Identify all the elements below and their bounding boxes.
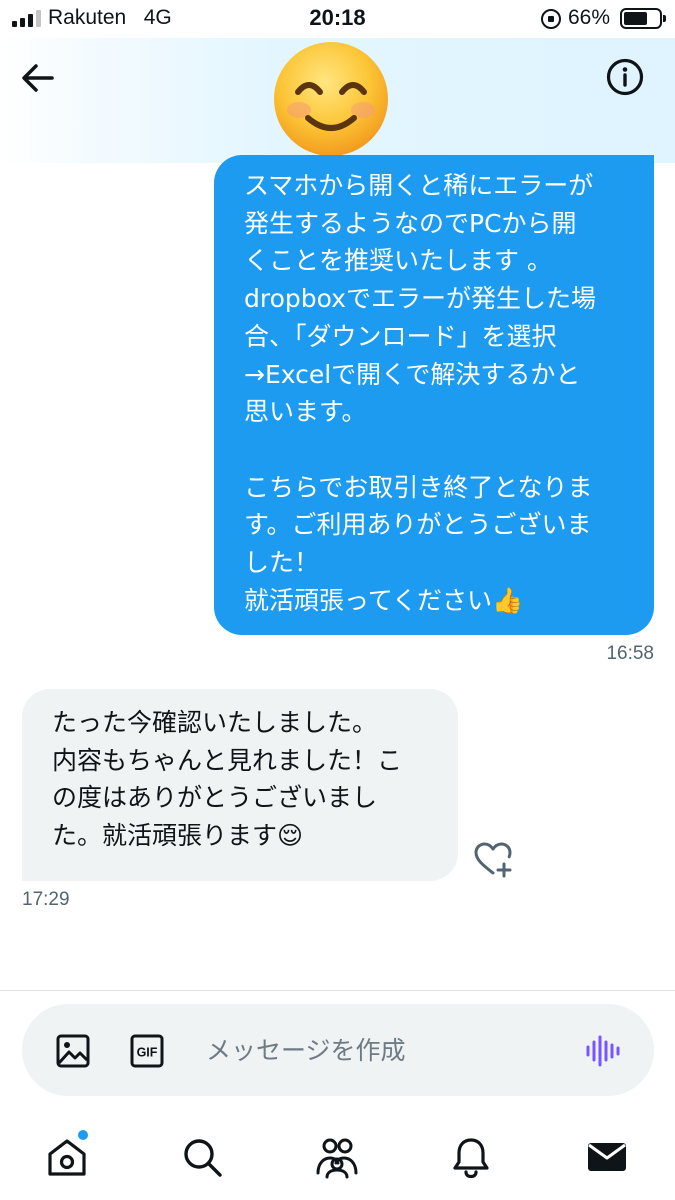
gif-label: GIF bbox=[137, 1046, 158, 1060]
message-composer: GIF bbox=[22, 1004, 654, 1096]
message-timestamp: 17:29 bbox=[22, 889, 70, 910]
info-icon bbox=[606, 58, 644, 96]
battery-percent: 66% bbox=[568, 6, 611, 29]
search-icon bbox=[184, 1139, 222, 1177]
nav-communities[interactable] bbox=[312, 1132, 362, 1182]
notifications-icon bbox=[453, 1138, 489, 1179]
battery-icon bbox=[620, 8, 666, 29]
avatar[interactable] bbox=[272, 40, 390, 158]
image-icon bbox=[56, 1034, 90, 1068]
react-button[interactable] bbox=[472, 840, 514, 880]
divider bbox=[0, 990, 675, 991]
communities-icon bbox=[316, 1138, 358, 1179]
rotation-lock-icon bbox=[541, 9, 561, 29]
bottom-navigation bbox=[0, 1110, 675, 1200]
home-icon bbox=[48, 1139, 86, 1176]
add-image-button[interactable] bbox=[55, 1033, 91, 1069]
message-timestamp: 16:58 bbox=[606, 643, 654, 664]
add-gif-button[interactable]: GIF bbox=[129, 1033, 165, 1069]
outgoing-message-bubble[interactable]: スマホから開くと稀にエラーが 発生するようなのでPCから開 くことを推奨いたしま… bbox=[214, 155, 654, 635]
nav-messages[interactable] bbox=[582, 1132, 632, 1182]
conversation-header bbox=[0, 38, 675, 163]
message-text: スマホから開くと稀にエラーが 発生するようなのでPCから開 くことを推奨いたしま… bbox=[244, 171, 596, 615]
status-bar: Rakuten 4G 20:18 66% bbox=[0, 0, 675, 38]
heart-plus-icon bbox=[474, 842, 512, 878]
incoming-message-bubble[interactable]: たった今確認いたしました。 内容もちゃんと見れました！こ の度はありがとうござい… bbox=[22, 689, 458, 881]
back-button[interactable] bbox=[18, 58, 58, 98]
notification-dot bbox=[78, 1130, 88, 1140]
message-text: たった今確認いたしました。 内容もちゃんと見れました！こ の度はありがとうござい… bbox=[52, 708, 403, 851]
nav-search[interactable] bbox=[177, 1132, 227, 1182]
back-arrow-icon bbox=[22, 64, 54, 92]
message-input[interactable] bbox=[206, 1026, 566, 1074]
voice-wave-icon bbox=[586, 1035, 620, 1067]
info-button[interactable] bbox=[604, 56, 646, 98]
voice-message-button[interactable] bbox=[584, 1033, 622, 1069]
nav-notifications[interactable] bbox=[446, 1132, 496, 1182]
messages-icon bbox=[588, 1143, 626, 1171]
gif-icon: GIF bbox=[130, 1034, 164, 1068]
